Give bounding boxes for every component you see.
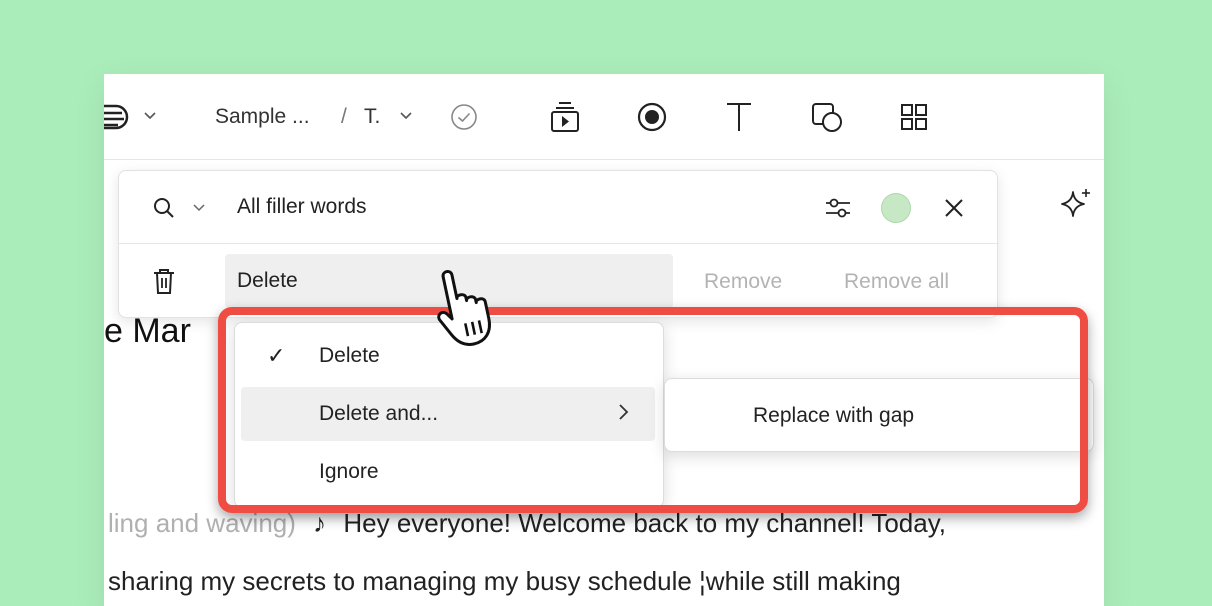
composition-name[interactable]: T.	[364, 104, 380, 130]
filler-words-panel: All filler words Delete Remove Remove al…	[118, 170, 999, 318]
search-icon[interactable]	[151, 195, 177, 221]
sparkle-icon[interactable]	[1058, 186, 1094, 222]
highlight-annotation	[218, 307, 1088, 513]
close-icon[interactable]	[941, 195, 967, 221]
shapes-icon[interactable]	[810, 101, 844, 133]
project-name[interactable]: Sample ...	[215, 104, 310, 130]
record-icon[interactable]	[637, 102, 667, 132]
app-menu-icon[interactable]	[104, 102, 130, 132]
search-row: All filler words	[119, 171, 999, 244]
remove-button[interactable]: Remove	[704, 270, 782, 294]
chevron-down-icon[interactable]	[191, 201, 207, 215]
grid-icon[interactable]	[899, 102, 929, 132]
transcript-line[interactable]: sharing my secrets to managing my busy s…	[108, 566, 901, 597]
chevron-down-icon[interactable]	[142, 108, 158, 124]
filter-input[interactable]: All filler words	[237, 195, 367, 219]
action-select-value: Delete	[237, 269, 298, 292]
remove-all-button[interactable]: Remove all	[844, 270, 949, 294]
trash-icon	[151, 266, 177, 296]
sliders-icon[interactable]	[823, 193, 853, 223]
text-icon[interactable]	[724, 101, 754, 133]
check-circle-icon[interactable]	[450, 103, 478, 131]
media-icon[interactable]	[548, 100, 582, 134]
chevron-down-icon[interactable]	[398, 108, 414, 124]
toolbar: Sample ... / T.	[104, 74, 1104, 160]
status-indicator[interactable]	[881, 193, 911, 223]
breadcrumb-separator: /	[341, 105, 347, 128]
hand-cursor-icon	[430, 262, 510, 352]
transcript-text: sharing my secrets to managing my busy s…	[108, 566, 901, 596]
